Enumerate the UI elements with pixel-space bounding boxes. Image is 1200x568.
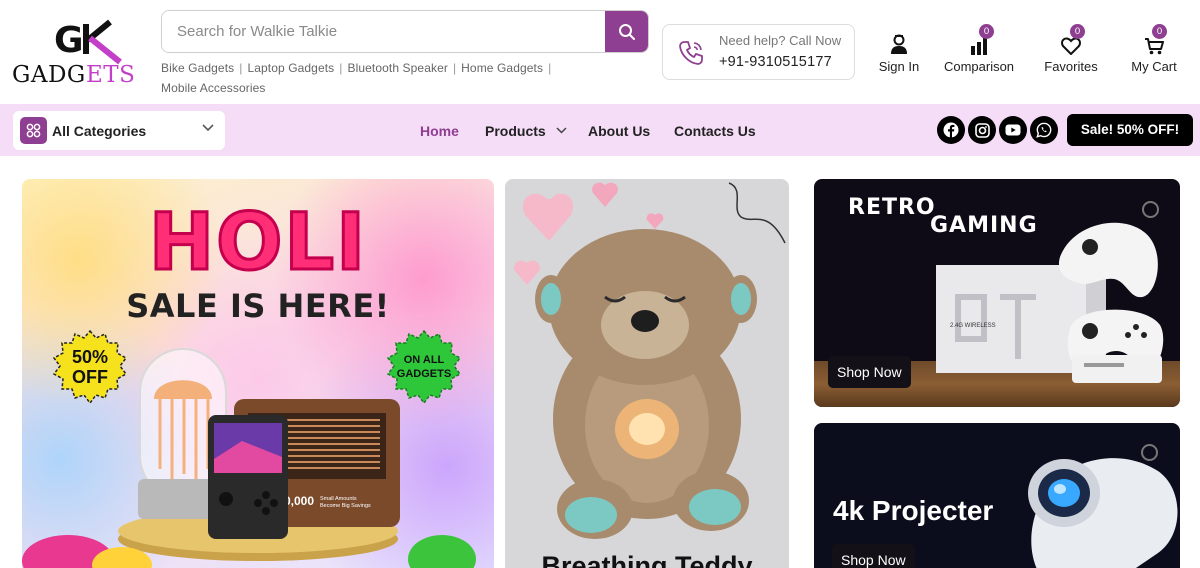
separator: | [239, 61, 243, 75]
nav-contacts-us[interactable]: Contacts Us [674, 123, 756, 139]
favorites-count-badge: 0 [1070, 24, 1085, 39]
instagram-link[interactable] [968, 116, 996, 144]
all-categories-label: All Categories [52, 123, 147, 139]
search-icon [618, 23, 635, 40]
svg-text:ETS: ETS [86, 62, 135, 88]
box-label: 2.4G WIRELESS [950, 323, 996, 329]
cart-button[interactable]: 0 My Cart [1126, 24, 1182, 74]
help-phone-number[interactable]: +91-9310515177 [719, 54, 832, 70]
all-categories-dropdown[interactable]: All Categories [13, 111, 225, 150]
logo-mark: G GADG ETS [12, 19, 135, 88]
quick-link-home-gadgets[interactable]: Home Gadgets [461, 61, 543, 75]
youtube-link[interactable] [999, 116, 1027, 144]
nav-about-us[interactable]: About Us [588, 123, 650, 139]
cart-label: My Cart [1131, 59, 1177, 74]
whatsapp-link[interactable] [1030, 116, 1058, 144]
retro-gaming-banner[interactable]: RETRO GAMING 2.4G WIRELESS Shop Now [814, 179, 1180, 407]
quick-links: Bike Gadgets | Laptop Gadgets | Bluetooth Sp… [161, 58, 581, 98]
projector-banner-title: 4k Projecter [833, 495, 994, 526]
comparison-label: Comparison [943, 59, 1015, 74]
speaker-text: 0,000 [284, 494, 314, 508]
sale-button[interactable]: Sale! 50% OFF! [1067, 114, 1193, 146]
retro-shop-now-button[interactable]: Shop Now [828, 356, 911, 388]
youtube-icon [1005, 124, 1021, 136]
facebook-icon [943, 122, 959, 138]
search-button[interactable] [605, 11, 648, 52]
projector-shop-now-button[interactable]: Shop Now [832, 544, 915, 568]
instagram-icon [974, 122, 990, 138]
separator: | [548, 61, 552, 75]
help-label: Need help? Call Now [719, 33, 842, 48]
heart-icon [1061, 37, 1081, 55]
favorites-button[interactable]: 0 Favorites [1040, 24, 1102, 74]
svg-text:GADG: GADG [12, 62, 86, 88]
sign-in-label: Sign In [878, 59, 920, 74]
teddy-product-image [514, 182, 786, 539]
projector-banner[interactable]: 4k Projecter Shop Now [814, 423, 1180, 568]
holi-banner-subtitle: SALE IS HERE! [126, 287, 390, 325]
search-bar [161, 10, 649, 53]
grid-icon [20, 117, 47, 144]
comparison-button[interactable]: 0 Comparison [941, 24, 1017, 74]
bar-chart-icon [971, 38, 987, 55]
holi-products-image: 0,000 Small Amounts Become Big Savings [22, 348, 476, 568]
site-header: G GADG ETS Bike Gadgets|Laptop Gadgets|B… [0, 0, 1200, 104]
search-input[interactable] [162, 11, 606, 52]
comparison-count-badge: 0 [979, 24, 994, 39]
chevron-down-icon [202, 124, 214, 132]
help-contact-box[interactable]: Need help? Call Now +91-9310515177 [662, 24, 855, 80]
holi-banner-title: HOLI [147, 198, 368, 288]
holi-sale-banner[interactable]: HOLI SALE IS HERE! 50% OFF ON ALL GADGET… [22, 179, 494, 568]
user-icon [891, 34, 907, 54]
breathing-teddy-banner[interactable]: Breathing Teddy [505, 179, 789, 568]
cart-count-badge: 0 [1152, 24, 1167, 39]
quick-link-bluetooth-speaker[interactable]: Bluetooth Speaker [348, 61, 448, 75]
brand-logo[interactable]: G GADG ETS [12, 18, 152, 88]
separator: | [452, 61, 457, 75]
main-navbar: All Categories Home Products About Us Co… [0, 104, 1200, 156]
phone-call-icon [679, 41, 703, 65]
nav-products-label: Products [485, 123, 546, 139]
speaker-subtext: Small Amounts [320, 496, 357, 502]
teddy-banner-title: Breathing Teddy [541, 551, 753, 568]
quick-link-laptop-gadgets[interactable]: Laptop Gadgets [247, 61, 334, 75]
facebook-link[interactable] [937, 116, 965, 144]
svg-text:G: G [54, 20, 84, 61]
cart-icon [1145, 38, 1164, 55]
quick-link-mobile-accessories[interactable]: Mobile Accessories [161, 81, 266, 95]
speaker-subtext-2: Become Big Savings [320, 503, 371, 509]
quick-link-bike-gadgets[interactable]: Bike Gadgets [161, 61, 234, 75]
nav-home[interactable]: Home [420, 123, 459, 139]
nav-products[interactable]: Products [485, 123, 567, 139]
chevron-down-icon [556, 127, 567, 134]
separator: | [339, 61, 343, 75]
whatsapp-icon [1036, 122, 1052, 138]
favorites-label: Favorites [1044, 59, 1098, 74]
sign-in-button[interactable]: Sign In [872, 27, 926, 74]
